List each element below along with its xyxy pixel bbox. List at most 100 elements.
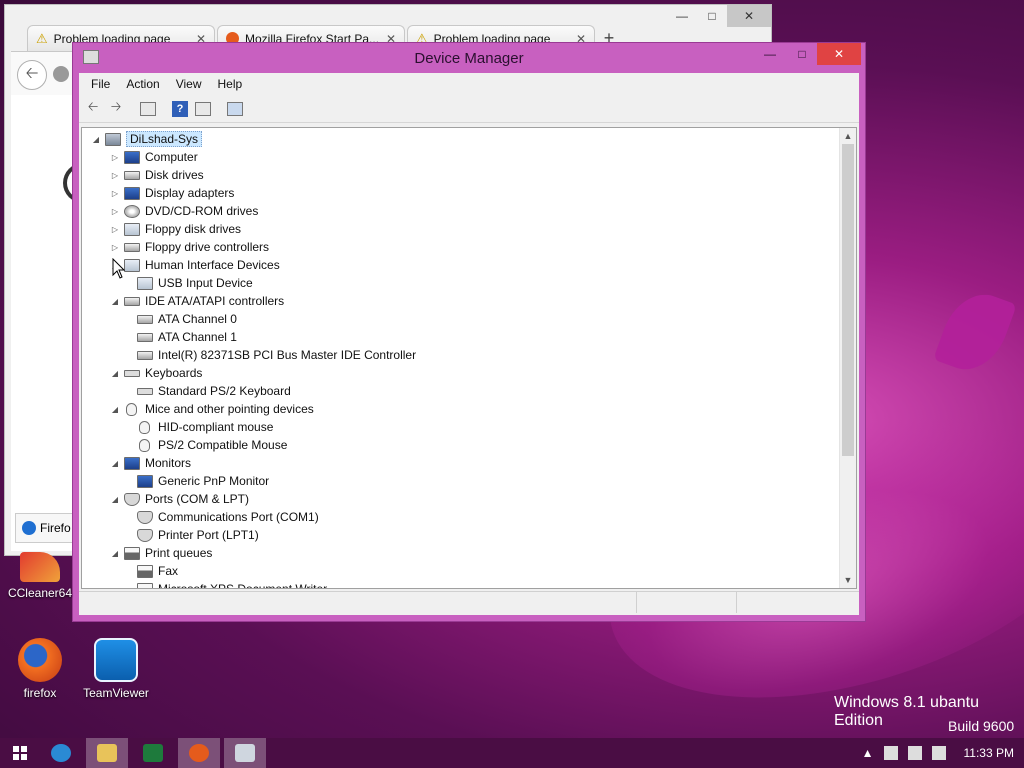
network-icon[interactable] xyxy=(907,746,922,760)
start-button[interactable] xyxy=(0,738,40,768)
collapsed-arrow-icon[interactable]: ▷ xyxy=(109,189,121,198)
show-hide-tree-button[interactable] xyxy=(138,99,158,119)
tree-item-label: PS/2 Compatible Mouse xyxy=(158,438,288,452)
expanded-arrow-icon[interactable]: ◢ xyxy=(109,549,121,558)
collapsed-arrow-icon[interactable]: ▷ xyxy=(109,225,121,234)
tree-item[interactable]: ◢ Print queues xyxy=(109,544,212,562)
tree-item[interactable]: ▷ Disk drives xyxy=(109,166,204,184)
toolbar-separator xyxy=(216,99,222,119)
tree-item-label: Human Interface Devices xyxy=(145,258,280,272)
tree-item-label: DiLshad-Sys xyxy=(126,131,203,147)
port-icon xyxy=(137,528,153,542)
taskbar-excel-button[interactable] xyxy=(132,738,174,768)
site-identity-icon[interactable] xyxy=(53,66,69,82)
properties-button[interactable] xyxy=(193,99,213,119)
menu-view[interactable]: View xyxy=(168,77,210,91)
expanded-arrow-icon[interactable]: ◢ xyxy=(109,459,121,468)
menu-file[interactable]: File xyxy=(83,77,118,91)
maximize-button[interactable]: □ xyxy=(787,43,817,65)
tree-item-label: Computer xyxy=(145,150,198,164)
tree-item[interactable]: PS/2 Compatible Mouse xyxy=(128,436,287,454)
tree-item[interactable]: Fax xyxy=(128,562,178,580)
help-icon: ? xyxy=(172,100,188,117)
system-tray: ▲ 11:33 PM xyxy=(862,738,1024,768)
title-bar[interactable]: Device Manager — □ ✕ xyxy=(73,43,865,73)
tree-item[interactable]: ◢ Mice and other pointing devices xyxy=(109,400,314,418)
device-manager-window[interactable]: Device Manager — □ ✕ File Action View He… xyxy=(72,42,866,622)
tree-item[interactable]: ▷ Floppy disk drives xyxy=(109,220,241,238)
forward-button[interactable]: 🡢 xyxy=(106,99,126,119)
back-arrow-icon: 🡠 xyxy=(87,98,99,114)
hid-icon xyxy=(124,258,140,272)
scroll-thumb[interactable] xyxy=(842,144,854,456)
tree-item[interactable]: HID-compliant mouse xyxy=(128,418,273,436)
tree-item[interactable]: ◢ Ports (COM & LPT) xyxy=(109,490,249,508)
disc-icon xyxy=(124,204,140,218)
scan-hardware-button[interactable] xyxy=(225,99,245,119)
tree-item[interactable]: ATA Channel 0 xyxy=(128,310,237,328)
close-button[interactable]: ✕ xyxy=(727,5,771,27)
scroll-down-arrow-icon[interactable]: ▼ xyxy=(840,572,856,588)
desktop-icon-ccleaner[interactable]: CCleaner64 xyxy=(0,552,80,600)
desktop-icon-firefox[interactable]: firefox xyxy=(0,638,80,700)
tree-item[interactable]: ▷ Floppy drive controllers xyxy=(109,238,269,256)
back-button[interactable]: 🡠 xyxy=(17,60,47,90)
keyboard-icon xyxy=(137,387,153,395)
tree-item[interactable]: ▷ DVD/CD-ROM drives xyxy=(109,202,258,220)
action-center-icon[interactable] xyxy=(883,746,898,760)
tree-item[interactable]: ATA Channel 1 xyxy=(128,328,237,346)
tree-item-label: Communications Port (COM1) xyxy=(158,510,319,524)
tree-item[interactable]: Generic PnP Monitor xyxy=(128,472,269,490)
tree-item[interactable]: Standard PS/2 Keyboard xyxy=(128,382,291,400)
tree-item[interactable]: Intel(R) 82371SB PCI Bus Master IDE Cont… xyxy=(128,346,416,364)
tree-item[interactable]: ◢ Keyboards xyxy=(109,364,202,382)
tree-item-label: Fax xyxy=(158,564,179,578)
status-pane-3 xyxy=(737,592,859,613)
taskbar-file-explorer-button[interactable] xyxy=(86,738,128,768)
menu-help[interactable]: Help xyxy=(210,77,251,91)
mouse-cursor-icon xyxy=(112,258,126,279)
tree-item[interactable]: USB Input Device xyxy=(128,274,253,292)
tree-item[interactable]: ◢ IDE ATA/ATAPI controllers xyxy=(109,292,284,310)
expanded-arrow-icon[interactable]: ◢ xyxy=(109,495,121,504)
expanded-arrow-icon[interactable]: ◢ xyxy=(109,405,121,414)
taskbar-firefox-button[interactable] xyxy=(178,738,220,768)
maximize-button[interactable]: □ xyxy=(697,5,727,27)
help-button[interactable]: ? xyxy=(170,99,190,119)
tree-item-label: Floppy drive controllers xyxy=(145,240,270,254)
menu-action[interactable]: Action xyxy=(118,77,167,91)
desktop-icon-teamviewer[interactable]: TeamViewer xyxy=(76,638,156,700)
expanded-arrow-icon[interactable]: ◢ xyxy=(109,369,121,378)
collapsed-arrow-icon[interactable]: ▷ xyxy=(109,243,121,252)
controller-icon xyxy=(137,332,153,342)
device-tree[interactable]: ◢ DiLshad-Sys ▷ Computer ▷ Disk drives ▷ Displa… xyxy=(81,127,857,589)
show-hidden-icons-icon[interactable]: ▲ xyxy=(862,746,874,760)
vertical-scrollbar[interactable]: ▲ ▼ xyxy=(839,128,856,588)
collapsed-arrow-icon[interactable]: ▷ xyxy=(109,171,121,180)
tree-item[interactable]: Printer Port (LPT1) xyxy=(128,526,259,544)
toolbar-separator xyxy=(129,99,135,119)
tree-item[interactable]: ▷ Display adapters xyxy=(109,184,234,202)
volume-muted-icon[interactable] xyxy=(931,746,946,760)
firefox-icon xyxy=(22,521,36,535)
tree-item[interactable]: Communications Port (COM1) xyxy=(128,508,319,526)
scroll-up-arrow-icon[interactable]: ▲ xyxy=(840,128,856,144)
tree-item[interactable]: Microsoft XPS Document Writer xyxy=(128,580,327,588)
expanded-arrow-icon[interactable]: ◢ xyxy=(90,135,102,144)
expanded-arrow-icon[interactable]: ◢ xyxy=(109,297,121,306)
tree-item[interactable]: ▷ Computer xyxy=(109,148,198,166)
tree-item[interactable]: ◢ DiLshad-Sys xyxy=(90,130,203,148)
taskbar-device-manager-button[interactable] xyxy=(224,738,266,768)
minimize-button[interactable]: — xyxy=(667,5,697,27)
tree-item[interactable]: ◢ Monitors xyxy=(109,454,191,472)
taskbar-ie-button[interactable] xyxy=(40,738,82,768)
tree-item[interactable]: ◢Human Interface Devices xyxy=(109,256,280,274)
minimize-button[interactable]: — xyxy=(755,43,785,65)
scan-hardware-icon xyxy=(227,101,243,116)
collapsed-arrow-icon[interactable]: ▷ xyxy=(109,153,121,162)
close-button[interactable]: ✕ xyxy=(817,43,861,65)
back-button[interactable]: 🡠 xyxy=(83,99,103,119)
collapsed-arrow-icon[interactable]: ▷ xyxy=(109,207,121,216)
desktop-icon-label: TeamViewer xyxy=(83,686,149,700)
clock[interactable]: 11:33 PM xyxy=(964,746,1014,760)
